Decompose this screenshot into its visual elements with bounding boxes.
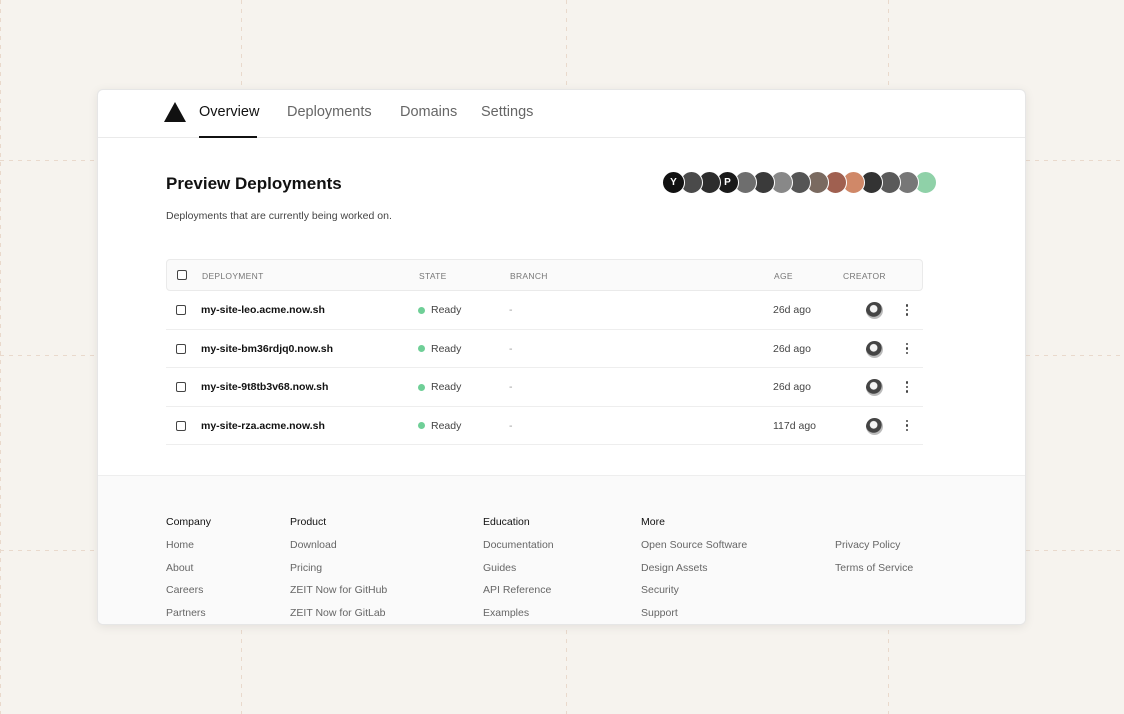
deployments-table: DEPLOYMENT STATE BRANCH AGE CREATOR my-s… (166, 259, 923, 445)
footer-link[interactable]: Home (166, 539, 211, 562)
footer-column-more: More Open Source Software Design Assets Sec… (641, 516, 747, 625)
footer-heading: Education (483, 516, 530, 528)
state-indicator: Ready (418, 420, 461, 432)
status-dot-icon (418, 383, 425, 391)
page-title: Preview Deployments (166, 174, 342, 193)
age-value: 26d ago (773, 381, 811, 393)
row-more-options-icon[interactable] (902, 340, 912, 358)
row-more-options-icon[interactable] (902, 378, 912, 396)
footer-column-legal: Privacy Policy Terms of Service (835, 516, 913, 584)
avatar-initial: Y (670, 177, 677, 188)
row-checkbox[interactable] (176, 343, 186, 354)
column-header-deployment: DEPLOYMENT (202, 271, 264, 281)
column-header-age: AGE (774, 271, 793, 281)
branch-value: - (509, 342, 513, 355)
column-header-branch: BRANCH (510, 271, 548, 281)
age-value: 26d ago (773, 304, 811, 316)
footer-link[interactable]: ZEIT Now for GitHub (290, 584, 387, 607)
active-tab-indicator (199, 136, 257, 138)
deployment-url-link[interactable]: my-site-9t8tb3v68.now.sh (201, 381, 328, 393)
team-avatar[interactable]: Y (662, 171, 685, 194)
creator-avatar[interactable] (866, 302, 883, 319)
footer-link[interactable]: Privacy Policy (835, 539, 913, 562)
deployment-url-link[interactable]: my-site-bm36rdjq0.now.sh (201, 343, 333, 355)
tab-domains[interactable]: Domains (400, 104, 457, 120)
age-value: 117d ago (773, 419, 817, 432)
status-dot-icon (418, 422, 425, 429)
state-label: Ready (431, 419, 462, 432)
tab-deployments[interactable]: Deployments (287, 104, 372, 120)
table-row[interactable]: my-site-leo.acme.now.sh Ready - 26d ago (166, 291, 923, 330)
status-dot-icon (418, 306, 425, 314)
footer-heading: Product (290, 516, 327, 528)
footer-link[interactable]: Support (641, 607, 747, 625)
branch-value: - (509, 381, 513, 393)
footer-link[interactable]: About (166, 562, 211, 585)
table-row[interactable]: my-site-rza.acme.now.sh Ready - 117d ago (166, 407, 923, 445)
footer-link[interactable]: Examples (483, 607, 554, 625)
footer-link[interactable]: Open Source Software (641, 539, 747, 562)
footer-column-company: Company Home About Careers Partners (166, 516, 211, 625)
state-label: Ready (431, 381, 462, 393)
footer-column-product: Product Download Pricing ZEIT Now for GitHu… (290, 516, 387, 625)
footer-heading (835, 516, 913, 529)
column-header-creator: CREATOR (843, 271, 886, 281)
footer-link[interactable]: Pricing (290, 562, 387, 585)
footer-link[interactable]: Partners (166, 607, 211, 625)
row-more-options-icon[interactable] (902, 301, 912, 319)
creator-avatar[interactable] (866, 340, 883, 358)
row-checkbox[interactable] (176, 420, 186, 431)
deployment-url-link[interactable]: my-site-leo.acme.now.sh (201, 304, 325, 316)
footer-link[interactable]: Download (290, 539, 387, 562)
top-nav: Overview Deployments Domains Settings (98, 90, 1025, 138)
footer-heading: Company (166, 516, 211, 528)
table-header: DEPLOYMENT STATE BRANCH AGE CREATOR (166, 259, 923, 291)
row-checkbox[interactable] (176, 305, 186, 315)
tab-settings[interactable]: Settings (481, 104, 533, 120)
state-indicator: Ready (418, 381, 461, 393)
footer-link[interactable]: Security (641, 584, 747, 607)
app-window: Overview Deployments Domains Settings Pr… (97, 89, 1026, 625)
age-value: 26d ago (773, 342, 811, 355)
footer-link[interactable]: Guides (483, 562, 554, 585)
table-row[interactable]: my-site-9t8tb3v68.now.sh Ready - 26d ago (166, 368, 923, 407)
creator-avatar[interactable] (866, 417, 883, 435)
state-label: Ready (431, 342, 462, 355)
row-checkbox[interactable] (176, 382, 186, 392)
deployment-url-link[interactable]: my-site-rza.acme.now.sh (201, 420, 325, 432)
footer-link[interactable]: Careers (166, 584, 211, 607)
tab-overview[interactable]: Overview (199, 104, 259, 120)
team-avatar-stack[interactable]: YP (662, 171, 937, 195)
table-row[interactable]: my-site-bm36rdjq0.now.sh Ready - 26d ago (166, 330, 923, 368)
state-indicator: Ready (418, 343, 461, 355)
state-label: Ready (431, 304, 462, 316)
page-subtitle: Deployments that are currently being wor… (166, 210, 392, 222)
status-dot-icon (418, 345, 425, 352)
state-indicator: Ready (418, 304, 461, 316)
footer: Company Home About Careers Partners Product D… (98, 475, 1025, 625)
logo-triangle-icon[interactable] (164, 102, 186, 122)
footer-column-education: Education Documentation Guides API Referenc… (483, 516, 554, 625)
footer-link[interactable]: Documentation (483, 539, 554, 562)
creator-avatar[interactable] (866, 379, 883, 396)
footer-link[interactable]: ZEIT Now for GitLab (290, 607, 387, 625)
branch-value: - (509, 304, 513, 316)
column-header-state: STATE (419, 271, 447, 281)
row-more-options-icon[interactable] (902, 417, 912, 435)
footer-heading: More (641, 516, 665, 528)
table-body: my-site-leo.acme.now.sh Ready -26d ago my-s… (166, 291, 923, 445)
footer-link[interactable]: API Reference (483, 584, 554, 607)
select-all-checkbox[interactable] (177, 270, 187, 280)
footer-link[interactable]: Design Assets (641, 562, 747, 585)
footer-link[interactable]: Terms of Service (835, 562, 913, 585)
branch-value: - (509, 419, 513, 432)
